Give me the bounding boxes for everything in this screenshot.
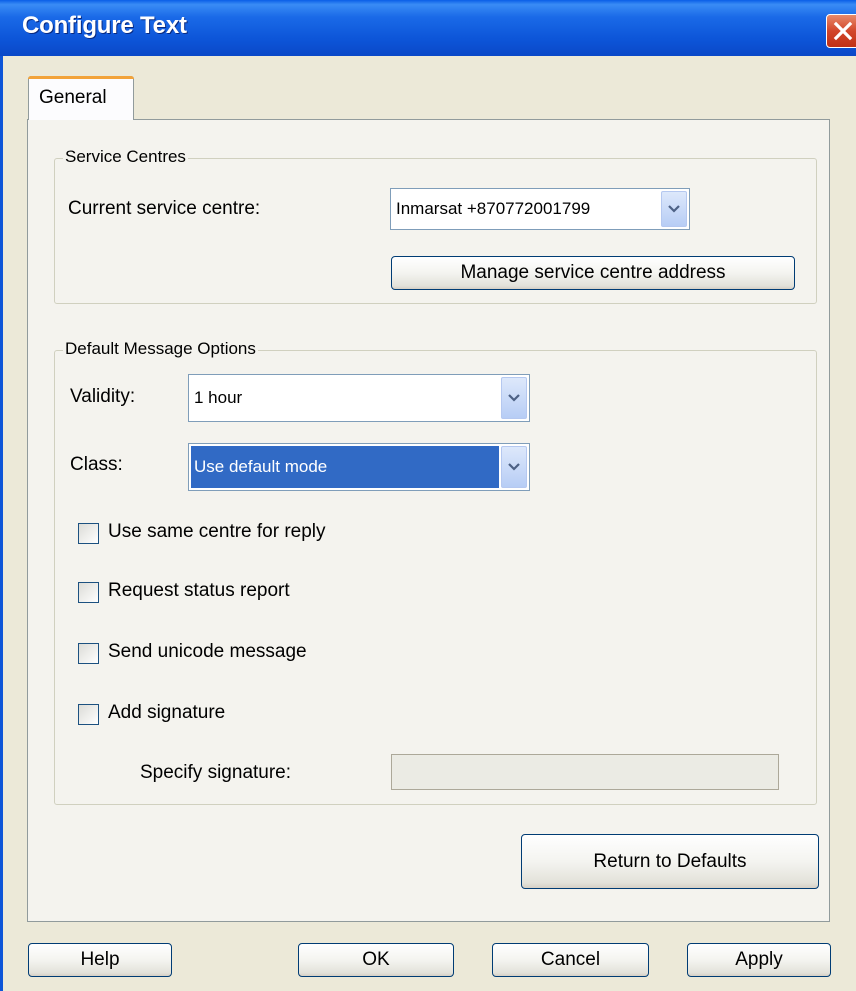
ok-button[interactable]: OK: [298, 943, 454, 977]
tab-general[interactable]: General: [28, 76, 134, 120]
class-label: Class:: [70, 454, 123, 475]
validity-dropdown-button[interactable]: [501, 377, 527, 419]
help-label: Help: [80, 949, 120, 970]
tab-highlight: [28, 76, 134, 79]
service-centres-legend: Service Centres: [63, 147, 188, 167]
manage-service-centre-button[interactable]: Manage service centre address: [391, 256, 795, 290]
checkbox-box[interactable]: [78, 582, 99, 603]
class-value: Use default mode: [194, 457, 328, 476]
cancel-button[interactable]: Cancel: [492, 943, 649, 977]
window-title: Configure Text: [22, 12, 187, 39]
class-select[interactable]: Use default mode: [188, 443, 530, 491]
checkbox-label: Request status report: [108, 580, 290, 601]
tab-general-label: General: [39, 87, 107, 108]
checkbox-label: Send unicode message: [108, 641, 307, 662]
return-to-defaults-label: Return to Defaults: [593, 850, 747, 872]
apply-label: Apply: [735, 949, 783, 970]
checkbox-label: Add signature: [108, 702, 226, 723]
request-status-report-checkbox[interactable]: Request status report: [78, 580, 368, 606]
checkbox-label: Use same centre for reply: [108, 521, 326, 542]
checkbox-box[interactable]: [78, 704, 99, 725]
chevron-down-icon: [508, 463, 520, 471]
validity-label: Validity:: [70, 386, 136, 407]
apply-button[interactable]: Apply: [687, 943, 831, 977]
specify-signature-label: Specify signature:: [140, 762, 292, 783]
use-same-centre-checkbox[interactable]: Use same centre for reply: [78, 521, 408, 547]
chevron-down-icon: [508, 394, 520, 402]
add-signature-checkbox[interactable]: Add signature: [78, 702, 278, 728]
return-to-defaults-button[interactable]: Return to Defaults: [521, 834, 819, 889]
validity-select[interactable]: 1 hour: [188, 374, 530, 422]
current-service-centre-label: Current service centre:: [68, 198, 261, 219]
close-icon: [833, 21, 853, 41]
chevron-down-icon: [668, 205, 680, 213]
class-dropdown-button[interactable]: [501, 446, 527, 488]
manage-service-centre-label: Manage service centre address: [460, 262, 726, 283]
window-border: [0, 56, 3, 991]
ok-label: OK: [362, 949, 390, 970]
checkbox-box[interactable]: [78, 523, 99, 544]
send-unicode-checkbox[interactable]: Send unicode message: [78, 641, 378, 667]
service-centre-dropdown-button[interactable]: [661, 191, 687, 227]
validity-value: 1 hour: [194, 388, 243, 407]
default-message-options-legend: Default Message Options: [63, 339, 258, 359]
signature-input: [391, 754, 779, 790]
close-button[interactable]: [826, 14, 856, 48]
checkbox-box[interactable]: [78, 643, 99, 664]
cancel-label: Cancel: [540, 949, 601, 970]
configure-text-dialog: Configure Text General Service Centres C…: [0, 0, 856, 991]
current-service-centre-value: Inmarsat +870772001799: [396, 199, 591, 218]
current-service-centre-select[interactable]: Inmarsat +870772001799: [390, 188, 690, 230]
title-bar[interactable]: Configure Text: [0, 0, 856, 56]
help-button[interactable]: Help: [28, 943, 172, 977]
